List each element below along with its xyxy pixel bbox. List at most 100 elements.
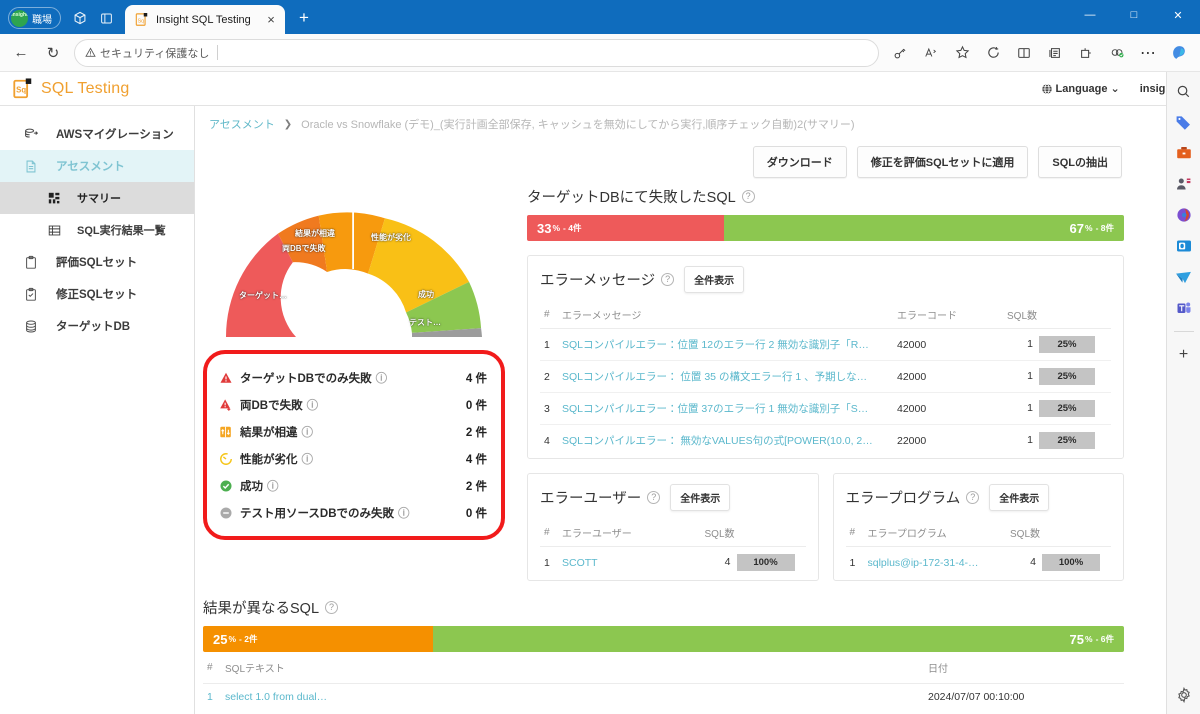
legend-item-source-only-fail[interactable]: テスト用ソースDBでのみ失敗ⓘ 0 件	[219, 499, 487, 526]
download-button[interactable]: ダウンロード	[753, 146, 847, 178]
mail-icon[interactable]	[1173, 266, 1195, 288]
legend-item-target-only-fail[interactable]: ターゲットDBでのみ失敗ⓘ 4 件	[219, 364, 487, 391]
browser-tab[interactable]: Sq Insight SQL Testing ×	[125, 5, 285, 34]
ratio-segment-diff: 25%- 2件	[203, 626, 433, 652]
sql-text-link[interactable]: select 1.0 from dual…	[221, 684, 924, 711]
copilot-icon[interactable]	[67, 6, 93, 30]
teams-icon[interactable]	[1173, 297, 1195, 319]
show-all-button[interactable]: 全件表示	[670, 484, 730, 511]
sql-pct-chip: 25%	[1039, 368, 1095, 385]
table-row[interactable]: 3 SQLコンパイルエラー：位置 37のエラー行 1 無効な識別子「S… 420…	[540, 393, 1111, 425]
table-row[interactable]: 2 SQLコンパイルエラー： 位置 35 の構文エラー行 1 、予期しな… 42…	[540, 361, 1111, 393]
read-aloud-icon[interactable]	[916, 39, 946, 67]
help-icon[interactable]: ⓘ	[398, 508, 410, 520]
sidebar-item-eval-sql-set[interactable]: 評価SQLセット	[0, 246, 194, 278]
help-icon[interactable]: ⓘ	[302, 427, 314, 439]
apply-fix-button[interactable]: 修正を評価SQLセットに適用	[857, 146, 1029, 178]
help-icon[interactable]: ⓘ	[267, 481, 279, 493]
close-window-button[interactable]: ✕	[1156, 0, 1200, 30]
error-message-card: エラーメッセージ ? 全件表示 # エラーメッセージ エラーコード SQL数	[527, 255, 1124, 459]
back-arrow-icon[interactable]: ←	[6, 38, 36, 68]
legend-item-performance-degraded[interactable]: 性能が劣化ⓘ 4 件	[219, 445, 487, 472]
copilot-logo-icon[interactable]	[1164, 39, 1194, 67]
key-icon[interactable]	[885, 39, 915, 67]
settings-gear-icon[interactable]	[1173, 684, 1195, 706]
contacts-icon[interactable]	[1173, 173, 1195, 195]
help-icon[interactable]: ?	[661, 273, 674, 286]
profile-pill[interactable]: Insight 職場	[8, 7, 61, 29]
maximize-button[interactable]: □	[1112, 0, 1156, 30]
split-screen-icon[interactable]	[93, 6, 119, 30]
help-icon[interactable]: ⓘ	[302, 454, 314, 466]
error-message-link[interactable]: SQLコンパイルエラー： 無効なVALUES句の式[POWER(10.0, 2…	[562, 433, 889, 448]
sql-pct-chip: 25%	[1039, 400, 1095, 417]
row-index: 1	[846, 547, 864, 579]
show-all-button[interactable]: 全件表示	[989, 484, 1049, 511]
table-row[interactable]: 1 sqlplus@ip-172-31-4-… 4100%	[846, 547, 1112, 579]
help-icon[interactable]: ?	[325, 601, 338, 614]
error-program-title-row: エラープログラム ? 全件表示	[846, 484, 1112, 511]
add-app-icon[interactable]: +	[1173, 344, 1195, 366]
collections-icon[interactable]	[1040, 39, 1070, 67]
ratio-unit: %	[1085, 223, 1093, 233]
failed-sql-ratio-bar: 33%- 4件 67%- 8件	[527, 215, 1124, 241]
sidebar-item-sql-results[interactable]: SQL実行結果一覧	[0, 214, 194, 246]
sql-pct-chip: 25%	[1039, 432, 1095, 449]
error-message-link[interactable]: SQLコンパイルエラー：位置 12のエラー行 2 無効な識別子「R…	[562, 337, 889, 352]
more-options-icon[interactable]: ⋯	[1133, 39, 1163, 67]
close-icon[interactable]: ×	[263, 12, 279, 27]
help-icon[interactable]: ⓘ	[307, 400, 319, 412]
ratio-count: - 8件	[1096, 222, 1114, 234]
briefcase-icon[interactable]	[1173, 142, 1195, 164]
split-screen-icon[interactable]	[1009, 39, 1039, 67]
favorite-star-icon[interactable]	[947, 39, 977, 67]
breadcrumb-root-link[interactable]: アセスメント	[209, 116, 275, 132]
failed-sql-panel: ターゲットDBにて失敗したSQL ? 33%- 4件 67%- 8件 エラーメッ…	[527, 186, 1124, 581]
card-title: エラーユーザー	[540, 487, 641, 508]
url-field[interactable]: セキュリティ保護なし	[74, 39, 879, 67]
ratio-pct: 67	[1070, 221, 1084, 236]
help-icon[interactable]: ?	[966, 491, 979, 504]
help-icon[interactable]: ⓘ	[376, 373, 388, 385]
tag-icon[interactable]	[1173, 111, 1195, 133]
minimize-button[interactable]: —	[1068, 0, 1112, 30]
copilot-icon[interactable]	[978, 39, 1008, 67]
sidebar-item-label: 修正SQLセット	[56, 286, 137, 302]
security-indicator[interactable]: セキュリティ保護なし	[85, 45, 209, 61]
warning-triangle-plus-icon	[219, 398, 240, 412]
table-row[interactable]: 4 SQLコンパイルエラー： 無効なVALUES句の式[POWER(10.0, …	[540, 425, 1111, 457]
table-row[interactable]: 1 SQLコンパイルエラー：位置 12のエラー行 2 無効な識別子「R… 420…	[540, 329, 1111, 361]
table-row[interactable]: 1 select 1.0 from dual… 2024/07/07 00:10…	[203, 684, 1124, 711]
office-icon[interactable]	[1173, 204, 1195, 226]
show-all-button[interactable]: 全件表示	[684, 266, 744, 293]
sidebar-item-target-db[interactable]: ターゲットDB	[0, 310, 194, 342]
language-menu[interactable]: Language ⌄	[1041, 82, 1120, 95]
error-user-link[interactable]: SCOTT	[562, 557, 697, 569]
table-row[interactable]: 1 SCOTT 4100%	[540, 547, 806, 579]
new-tab-button[interactable]: +	[291, 5, 317, 31]
column-header-sqlcount: SQL数	[1003, 301, 1111, 329]
svg-text:Sq: Sq	[16, 85, 26, 94]
error-program-link[interactable]: sqlplus@ip-172-31-4-…	[868, 557, 1003, 569]
help-icon[interactable]: ?	[742, 190, 755, 203]
performance-icon[interactable]	[1102, 39, 1132, 67]
outlook-icon[interactable]	[1173, 235, 1195, 257]
browser-essentials-icon[interactable]	[1071, 39, 1101, 67]
error-message-link[interactable]: SQLコンパイルエラー：位置 37のエラー行 1 無効な識別子「S…	[562, 401, 889, 416]
sidebar-item-assessment[interactable]: アセスメント	[0, 150, 194, 182]
legend-item-success[interactable]: 成功ⓘ 2 件	[219, 472, 487, 499]
help-icon[interactable]: ?	[647, 491, 660, 504]
refresh-icon[interactable]: ↻	[38, 38, 68, 68]
sidebar-item-aws-migration[interactable]: AWSマイグレーション	[0, 118, 194, 150]
legend-item-both-db-fail[interactable]: 両DBで失敗ⓘ 0 件	[219, 391, 487, 418]
extract-sql-button[interactable]: SQLの抽出	[1038, 146, 1122, 178]
ratio-count: - 4件	[563, 222, 581, 234]
error-message-link[interactable]: SQLコンパイルエラー： 位置 35 の構文エラー行 1 、予期しな…	[562, 369, 889, 384]
sidebar-item-fix-sql-set[interactable]: 修正SQLセット	[0, 278, 194, 310]
sidebar-item-label: SQL実行結果一覧	[77, 222, 166, 238]
legend-item-result-diff[interactable]: 結果が相違ⓘ 2 件	[219, 418, 487, 445]
diff-icon	[219, 425, 240, 439]
sidebar-item-summary[interactable]: サマリー	[0, 182, 194, 214]
security-label: セキュリティ保護なし	[100, 45, 209, 61]
search-icon[interactable]	[1173, 80, 1195, 102]
